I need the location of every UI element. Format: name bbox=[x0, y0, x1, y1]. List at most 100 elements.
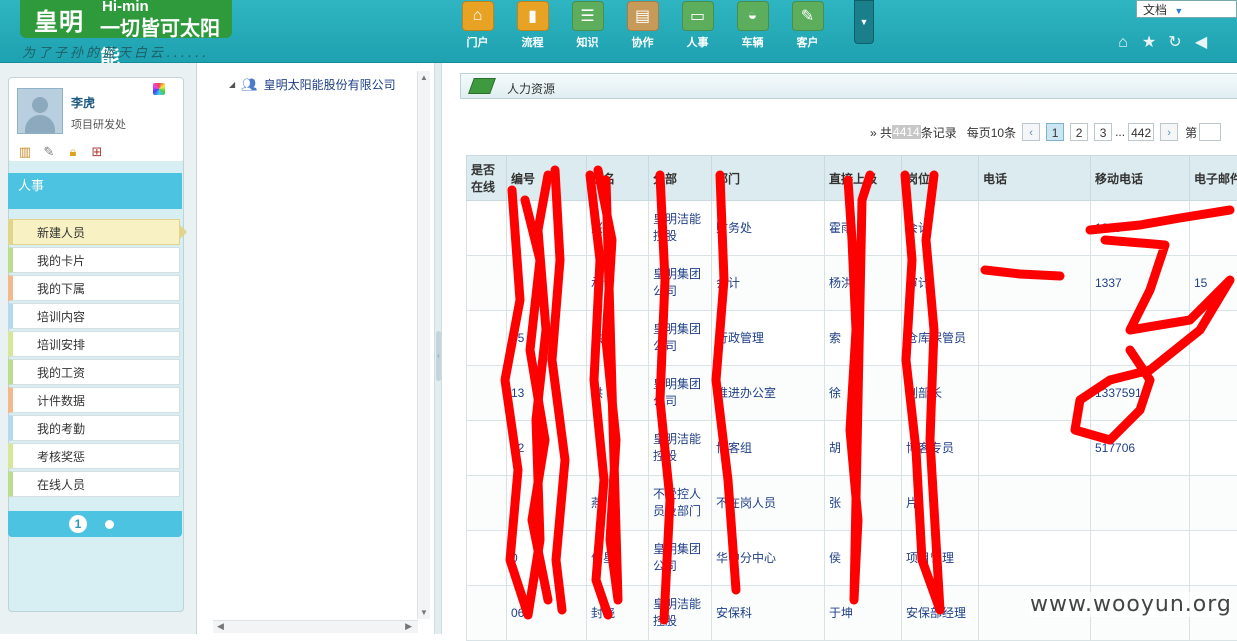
column-header[interactable]: 直接上级 bbox=[825, 156, 902, 201]
phone-cell bbox=[979, 256, 1091, 311]
page-jump-input[interactable] bbox=[1199, 123, 1221, 141]
logo-slogan: 一切皆可太阳能 bbox=[100, 12, 232, 70]
nav-hr[interactable]: ▭ 人事 bbox=[670, 0, 725, 62]
main-content: 人力资源 » 共 4414 条记录 每页10条 ‹ 1 2 3 ... 442 … bbox=[442, 63, 1237, 634]
scroll-left-icon[interactable]: ◀ bbox=[217, 621, 224, 632]
name-cell[interactable]: 兴 bbox=[587, 201, 649, 256]
table-row[interactable]: 承青皇明集团公司会计杨洪审计133715 bbox=[467, 256, 1237, 311]
name-cell[interactable]: 洪 bbox=[587, 366, 649, 421]
prev-page-button[interactable]: ‹ bbox=[1022, 123, 1040, 141]
nav-workflow[interactable]: ▮ 流程 bbox=[505, 0, 560, 62]
notepad-icon[interactable]: ✎ bbox=[41, 144, 57, 160]
scroll-down-icon[interactable]: ▼ bbox=[420, 608, 428, 617]
org-chart-icon[interactable]: ⊞ bbox=[89, 144, 105, 160]
sidebar-item-piecework-data[interactable]: 计件数据 bbox=[8, 387, 180, 413]
supervisor-cell: 徐 bbox=[825, 366, 902, 421]
chevron-down-icon: ▼ bbox=[860, 17, 869, 27]
user-name[interactable]: 李虎 bbox=[71, 94, 95, 111]
avatar[interactable] bbox=[17, 88, 63, 134]
nav-customer[interactable]: ✎ 客户 bbox=[780, 0, 835, 62]
sidebar-item-my-card[interactable]: 我的卡片 bbox=[8, 247, 180, 273]
org-tree-panel: ◢ 👥︎ 皇明太阳能股份有限公司 ▲ ▼ ◀ ▶ bbox=[197, 63, 432, 634]
back-icon[interactable]: ◀ bbox=[1192, 34, 1210, 52]
book-icon[interactable]: ▥ bbox=[17, 144, 33, 160]
column-header[interactable]: 编号 bbox=[507, 156, 587, 201]
sidebar-item-training-schedule[interactable]: 培训安排 bbox=[8, 331, 180, 357]
home-icon[interactable]: ⌂ bbox=[1114, 34, 1132, 52]
nav-label: 协作 bbox=[615, 34, 670, 50]
star-icon[interactable]: ★ bbox=[1140, 34, 1158, 52]
nav-portal[interactable]: ⌂ 门户 bbox=[450, 0, 505, 62]
last-page-button[interactable]: 442 bbox=[1128, 123, 1154, 141]
refresh-icon[interactable]: ↻ bbox=[1166, 34, 1184, 52]
column-header[interactable]: 分部 bbox=[649, 156, 712, 201]
tree-horizontal-scrollbar[interactable]: ◀ ▶ bbox=[213, 620, 418, 633]
page-title: 人力资源 bbox=[507, 80, 555, 97]
sidebar-item-my-subordinates[interactable]: 我的下属 bbox=[8, 275, 180, 301]
table-row[interactable]: 05洪英皇明集团公司行政管理索仓库保管员 bbox=[467, 311, 1237, 366]
scroll-up-icon[interactable]: ▲ bbox=[420, 73, 428, 82]
lock-icon[interactable]: 🔒︎ bbox=[65, 144, 81, 160]
sidebar-page-1[interactable]: 1 bbox=[69, 515, 87, 533]
tree-node-root[interactable]: ◢ 👥︎ 皇明太阳能股份有限公司 bbox=[229, 76, 396, 93]
panel-splitter[interactable]: ‹ bbox=[434, 63, 442, 634]
table-row[interactable]: 0燕不受控人员及部门不在岗人员张片 bbox=[467, 476, 1237, 531]
nav-label: 知识 bbox=[560, 34, 615, 50]
page-1-button[interactable]: 1 bbox=[1046, 123, 1064, 141]
id-cell: 06 bbox=[507, 586, 587, 641]
department-cell: 博客组 bbox=[712, 421, 825, 476]
position-cell: 博客专员 bbox=[902, 421, 979, 476]
column-header[interactable]: 岗位 bbox=[902, 156, 979, 201]
name-cell[interactable] bbox=[587, 421, 649, 476]
column-header[interactable]: 姓名 bbox=[587, 156, 649, 201]
name-cell[interactable]: 封晓 bbox=[587, 586, 649, 641]
id-card-icon: ▭ bbox=[682, 1, 714, 31]
nav-knowledge[interactable]: ☰ 知识 bbox=[560, 0, 615, 62]
branch-cell: 皇明集团公司 bbox=[649, 366, 712, 421]
name-cell[interactable]: 洪英 bbox=[587, 311, 649, 366]
name-cell[interactable]: 承青 bbox=[587, 256, 649, 311]
nav-label: 流程 bbox=[505, 34, 560, 50]
table-row[interactable]: 0何星皇明集团公司华中分中心侯项目管理 bbox=[467, 531, 1237, 586]
tree-vertical-scrollbar[interactable]: ▲ ▼ bbox=[417, 71, 430, 619]
sidebar-item-new-person[interactable]: 新建人员 bbox=[8, 219, 180, 245]
next-page-button[interactable]: › bbox=[1160, 123, 1178, 141]
supervisor-cell: 胡 bbox=[825, 421, 902, 476]
sidebar-item-my-salary[interactable]: 我的工资 bbox=[8, 359, 180, 385]
name-cell[interactable]: 何星 bbox=[587, 531, 649, 586]
main-nav: ⌂ 门户 ▮ 流程 ☰ 知识 ▤ 协作 ▭ 人事 ◒ 车辆 ✎ 客户 bbox=[450, 0, 835, 62]
page-3-button[interactable]: 3 bbox=[1094, 123, 1112, 141]
nav-vehicle[interactable]: ◒ 车辆 bbox=[725, 0, 780, 62]
email-cell bbox=[1190, 421, 1237, 476]
column-header[interactable]: 是否在线 bbox=[467, 156, 507, 201]
page-2-button[interactable]: 2 bbox=[1070, 123, 1088, 141]
sidebar-item-assessment[interactable]: 考核奖惩 bbox=[8, 443, 180, 469]
phone-cell bbox=[979, 201, 1091, 256]
sidebar-item-my-attendance[interactable]: 我的考勤 bbox=[8, 415, 180, 441]
bar-chart-icon: ▮ bbox=[517, 1, 549, 31]
scroll-right-icon[interactable]: ▶ bbox=[405, 621, 412, 632]
collapse-handle[interactable]: ‹ bbox=[436, 331, 441, 381]
column-header[interactable]: 移动电话 bbox=[1091, 156, 1190, 201]
supervisor-cell: 索 bbox=[825, 311, 902, 366]
user-tools: ▥ ✎ 🔒︎ ⊞ bbox=[17, 144, 105, 160]
column-header[interactable]: 电子邮件 bbox=[1190, 156, 1237, 201]
sidebar-page-2-dot[interactable] bbox=[105, 520, 114, 529]
table-row[interactable]: 13洪皇明集团公司推进办公室徐副部长13375911 bbox=[467, 366, 1237, 421]
tree-expand-icon[interactable]: ◢ bbox=[229, 80, 235, 89]
sidebar-item-online-users[interactable]: 在线人员 bbox=[8, 471, 180, 497]
sidebar-item-training-content[interactable]: 培训内容 bbox=[8, 303, 180, 329]
column-header[interactable]: 部门 bbox=[712, 156, 825, 201]
department-cell: 行政管理 bbox=[712, 311, 825, 366]
branch-cell: 皇明集团公司 bbox=[649, 531, 712, 586]
table-row[interactable]: 兴皇明洁能控股财务处霍雨会计1339 bbox=[467, 201, 1237, 256]
name-cell[interactable]: 燕 bbox=[587, 476, 649, 531]
column-header[interactable]: 电话 bbox=[979, 156, 1091, 201]
header-toolbar: ⌂ ★ ↻ ◀ bbox=[1114, 34, 1210, 52]
department-cell: 财务处 bbox=[712, 201, 825, 256]
table-row[interactable]: 22皇明洁能控股博客组胡博客专员517706 bbox=[467, 421, 1237, 476]
color-palette-icon[interactable] bbox=[153, 83, 165, 95]
nav-collaboration[interactable]: ▤ 协作 bbox=[615, 0, 670, 62]
document-type-select[interactable]: 文档 ▼ bbox=[1136, 0, 1237, 18]
nav-more-dropdown[interactable]: ▼ bbox=[854, 0, 874, 44]
